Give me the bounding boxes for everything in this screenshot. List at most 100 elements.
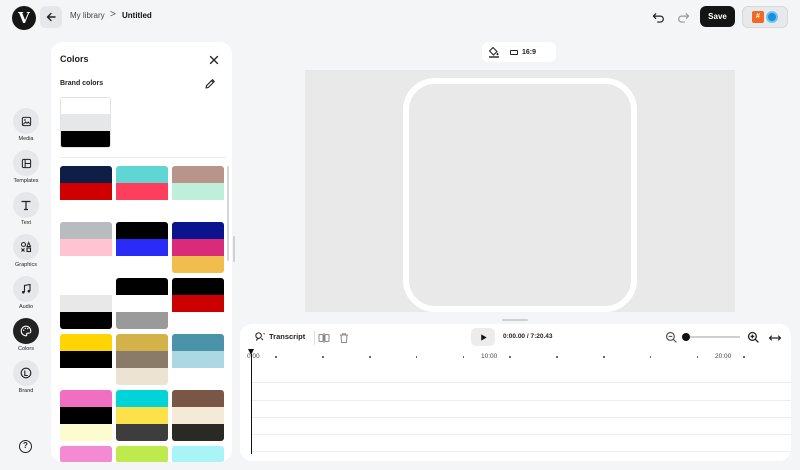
paint-bucket-icon: [488, 46, 499, 58]
timeline-track[interactable]: [252, 400, 791, 401]
rail-item-text[interactable]: Text: [8, 192, 44, 226]
palette-color-band: [60, 351, 112, 368]
ruler-label: 10:00: [481, 353, 498, 360]
playback-time: 0:00.00 / 7:20.43: [503, 333, 553, 340]
timeline-track[interactable]: [252, 417, 791, 418]
palette-swatch[interactable]: [60, 390, 112, 441]
palette-swatch[interactable]: [60, 446, 112, 462]
undo-icon: [652, 12, 664, 23]
palette-color-band: [60, 200, 112, 217]
zoom-slider[interactable]: [686, 336, 740, 338]
close-icon[interactable]: [208, 54, 220, 66]
ruler-tick: [556, 356, 558, 358]
palette-swatch[interactable]: [172, 446, 224, 462]
zoom-in-icon[interactable]: [747, 331, 760, 344]
palette-swatch[interactable]: [172, 390, 224, 441]
aspect-ratio-icon: [510, 49, 518, 55]
palette-color-band: [60, 407, 112, 424]
palette-color-band: [116, 239, 168, 256]
rounded-frame-shape[interactable]: [403, 78, 637, 312]
fit-width-icon[interactable]: [768, 331, 782, 345]
transcript-button[interactable]: Transcript: [254, 331, 305, 342]
timeline-track[interactable]: [252, 434, 791, 435]
palette-swatch[interactable]: [116, 334, 168, 385]
playhead-line[interactable]: [251, 354, 252, 454]
rail-item-media[interactable]: Media: [8, 108, 44, 142]
timeline-track[interactable]: [252, 451, 791, 452]
brand-kit-button[interactable]: #: [742, 6, 788, 28]
palette-icon: [20, 325, 32, 337]
zoom-slider-knob[interactable]: [682, 333, 691, 341]
palette-color-band: [172, 295, 224, 312]
palette-swatch[interactable]: [116, 222, 168, 273]
rail-icon-wrap: [13, 192, 39, 218]
palette-swatch[interactable]: [60, 334, 112, 385]
palette-color-band: [116, 222, 168, 239]
trash-icon[interactable]: [338, 332, 350, 344]
rail-label: Templates: [13, 178, 39, 184]
palette-swatch[interactable]: [172, 166, 224, 217]
split-icon[interactable]: [318, 332, 330, 344]
ruler-label: 20:00: [715, 353, 732, 360]
palette-swatch[interactable]: [60, 166, 112, 217]
background-fill-button[interactable]: [484, 42, 504, 62]
palette-swatch[interactable]: [172, 278, 224, 329]
video-canvas[interactable]: [305, 70, 735, 312]
palette-swatch[interactable]: [60, 278, 112, 329]
brand-badge-icon: #: [752, 11, 764, 23]
timeline-track[interactable]: [252, 382, 791, 383]
breadcrumb-my-library[interactable]: My library: [70, 11, 105, 20]
help-icon[interactable]: ?: [19, 440, 32, 453]
rail-item-audio[interactable]: Audio: [8, 276, 44, 310]
palette-swatch[interactable]: [116, 446, 168, 462]
avatar: [766, 11, 778, 23]
rail-item-graphics[interactable]: Graphics: [8, 234, 44, 268]
palette-color-band: [116, 256, 168, 273]
palette-swatch[interactable]: [116, 390, 168, 441]
rail-item-brand[interactable]: Brand: [8, 360, 44, 394]
ruler-tick: [369, 356, 371, 358]
palette-color-band: [60, 239, 112, 256]
palette-swatch[interactable]: [172, 334, 224, 385]
palette-color-band: [60, 222, 112, 239]
rail-item-templates[interactable]: Templates: [8, 150, 44, 184]
palette-color-band: [172, 200, 224, 217]
palette-swatch[interactable]: [172, 222, 224, 273]
palette-color-band: [116, 390, 168, 407]
breadcrumb-current[interactable]: Untitled: [122, 11, 152, 20]
panel-title: Colors: [60, 54, 89, 64]
play-button[interactable]: [471, 328, 495, 346]
palette-swatch[interactable]: [116, 166, 168, 217]
panel-scrollbar[interactable]: [227, 166, 229, 261]
timeline-resize-handle[interactable]: [502, 319, 528, 321]
palette-color-band: [172, 351, 224, 368]
rail-label: Audio: [18, 304, 34, 310]
templates-icon: [21, 158, 31, 168]
palette-color-band: [172, 368, 224, 385]
rail-icon-wrap: [13, 234, 39, 260]
palette-color-band: [116, 295, 168, 312]
rail-label: Text: [20, 220, 32, 226]
panel-resize-handle[interactable]: [233, 236, 235, 262]
back-button[interactable]: [40, 6, 62, 28]
palette-color-band: [172, 278, 224, 295]
time-separator: /: [526, 333, 529, 340]
timeline-ruler[interactable]: 0:00 10:00 20:00: [240, 352, 791, 366]
palette-swatch[interactable]: [116, 278, 168, 329]
palette-color-band: [172, 407, 224, 424]
aspect-ratio-button[interactable]: 16:9: [510, 49, 536, 56]
palette-swatch[interactable]: [60, 222, 112, 273]
palette-color-band: [116, 200, 168, 217]
vimeo-logo[interactable]: V: [12, 6, 36, 30]
brand-palette-swatch[interactable]: [60, 97, 111, 148]
zoom-out-icon[interactable]: [665, 331, 678, 344]
rail-label: Colors: [18, 346, 34, 352]
redo-button[interactable]: [675, 9, 691, 25]
save-button[interactable]: Save: [700, 6, 735, 27]
palette-color-band: [60, 166, 112, 183]
palette-color-band: [172, 256, 224, 273]
undo-button[interactable]: [650, 9, 666, 25]
rail-item-colors[interactable]: Colors: [8, 318, 44, 352]
pencil-icon[interactable]: [204, 78, 216, 90]
text-icon: [21, 200, 31, 211]
